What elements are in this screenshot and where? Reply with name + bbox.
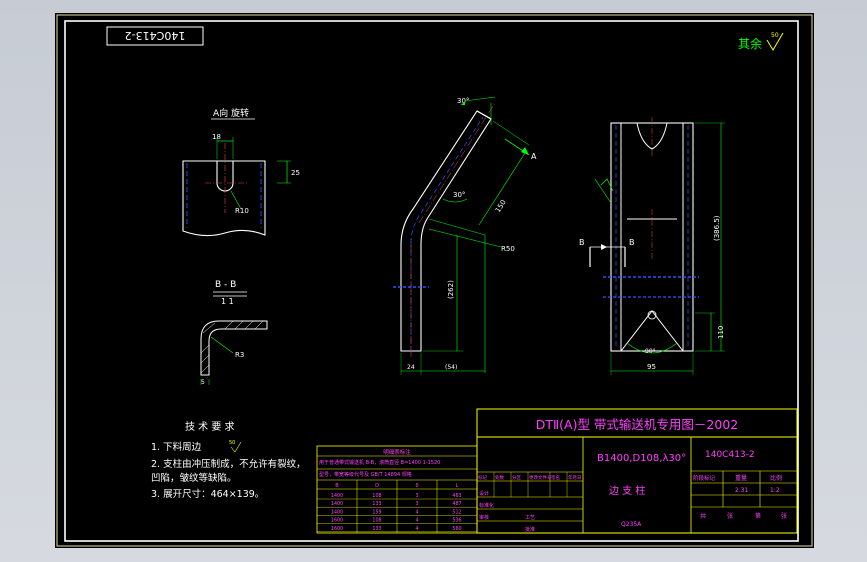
part-name: 边 支 柱 <box>609 484 645 497</box>
front-height-lower: 110 <box>717 326 725 339</box>
rest-note: 其余 <box>738 36 762 51</box>
spec-cell: 3 <box>415 501 418 507</box>
view-a-radius: R10 <box>235 207 249 215</box>
signature-col-label: 分区 <box>512 474 521 481</box>
spec-cell: 487 <box>452 501 461 507</box>
spec-cell: 1400 <box>331 509 343 515</box>
front-width: 95 <box>647 363 656 371</box>
view-a[interactable]: A向 旋转 18 25 R10 <box>182 107 300 237</box>
role-label: 审核 <box>479 514 489 521</box>
spec-table: 明细表标注 用于普通带式输送机 B-B，滚筒直径 B=1400 1-1520 型… <box>316 445 478 534</box>
view-a-dim-height: 25 <box>291 169 300 177</box>
spec-cell: 1600 <box>331 526 343 532</box>
side-angle-mid: 30° <box>453 191 465 199</box>
rest-roughness-value: 50 <box>771 32 779 39</box>
signature-col-label: 处数 <box>495 474 504 481</box>
spec-cell: 560 <box>452 526 461 532</box>
spec-col-header: D <box>375 483 379 489</box>
side-dim-lower: (262) <box>447 280 455 299</box>
spec-cell: 108 <box>372 518 381 524</box>
spec-cell: 3 <box>415 493 418 499</box>
spec-note-2: 型号，带宽等级代号及 GB/T 14894 规格 <box>319 471 412 478</box>
drawing-canvas[interactable]: 140C413-2 其余 50 A向 旋转 18 25 R10 B - B 1 … <box>55 13 814 548</box>
weight-label: 重量 <box>735 474 747 482</box>
spec-cell: 133 <box>372 526 381 532</box>
spec-col-header: L <box>456 483 459 489</box>
tech-requirements: 技 术 要 求 1. 下料周边 50 2. 支柱由冲压制成，不允许有裂纹， 凹陷… <box>151 420 306 500</box>
sheet-label-3: 第 <box>755 512 761 520</box>
spec-col-header: δ <box>415 483 418 489</box>
side-dim-bottom-right: (54) <box>445 364 457 371</box>
title-block: DTⅡ(A)型 带式输送机专用图－2002 标记 处数 分区 更改文件号 签名 年月日 设… <box>476 408 798 534</box>
sheet-label-1: 共 <box>700 512 706 520</box>
front-section-right: B <box>629 238 635 247</box>
signature-col-label: 标记 <box>478 474 487 481</box>
spec-cell: 512 <box>452 509 461 515</box>
spec-cell: 4 <box>415 509 418 515</box>
scale-label: 比例 <box>770 474 782 482</box>
side-dim-upper: 150 <box>494 198 508 214</box>
view-a-title: A向 旋转 <box>213 107 249 119</box>
front-section-left: B <box>579 238 585 247</box>
signature-col-label: 更改文件号 <box>529 474 552 481</box>
side-arrow-label: A <box>531 152 537 161</box>
section-thickness: 5 <box>201 379 205 386</box>
drawing-number: 140C413-2 <box>705 450 755 460</box>
spec-cell: 536 <box>452 518 461 524</box>
tech-item-2b: 凹陷，皱纹等缺陷。 <box>151 472 237 484</box>
front-angle-bottom: 90° <box>645 348 656 355</box>
signature-col-label: 年月日 <box>568 474 582 481</box>
spec-col-header: B <box>335 483 339 489</box>
side-dim-radius: R50 <box>501 245 515 253</box>
role-label: 批准 <box>525 526 535 533</box>
spec-cell: 159 <box>372 509 381 515</box>
role-label: 设计 <box>479 490 489 497</box>
front-view[interactable]: 90° B B (386.5) 110 95 <box>579 117 725 375</box>
material: Q235A <box>621 521 642 528</box>
weight-value: 2.31 <box>735 487 749 494</box>
main-title: DTⅡ(A)型 带式输送机专用图－2002 <box>536 417 739 432</box>
tech-title: 技 术 要 求 <box>185 420 235 433</box>
spec-cell: 133 <box>372 501 381 507</box>
spec-cell: 1400 <box>331 501 343 507</box>
stage-label: 阶段标记 <box>693 474 716 482</box>
side-view[interactable]: 30° A 150 30° R50 (262) 24 (54) <box>393 96 537 375</box>
rotated-code-box: 140C413-2 <box>106 26 204 46</box>
sheet-label-2: 张 <box>727 512 733 520</box>
sheet-label-4: 张 <box>781 512 787 520</box>
view-a-dim-width: 18 <box>212 133 221 141</box>
spec-cell: 1600 <box>331 518 343 524</box>
side-dim-bottom-left: 24 <box>407 364 415 371</box>
svg-text:1 1: 1 1 <box>221 297 234 306</box>
role-label: 工艺 <box>525 515 535 521</box>
cad-viewport[interactable]: 140C413-2 其余 50 A向 旋转 18 25 R10 B - B 1 … <box>0 0 867 562</box>
spec-note-1: 用于普通带式输送机 B-B，滚筒直径 B=1400 1-1520 <box>319 459 440 466</box>
rest-roughness: 其余 50 <box>738 32 784 51</box>
spec-cell: 1400 <box>331 493 343 499</box>
section-b-b[interactable]: B - B 1 1 R3 5 <box>200 280 268 386</box>
tech-item-3: 3. 展开尺寸：464×139。 <box>151 488 264 500</box>
spec-cell: 463 <box>452 493 461 499</box>
spec-table-header: 明细表标注 <box>383 448 411 456</box>
spec-label: B1400,D108,λ30° <box>597 453 686 464</box>
section-title: B - B <box>215 280 236 290</box>
signature-col-label: 签名 <box>551 474 560 481</box>
spec-cell: 108 <box>372 493 381 499</box>
rotated-part-code: 140C413-2 <box>125 29 186 42</box>
scale-value: 1:2 <box>770 487 780 494</box>
tech-item-2: 2. 支柱由冲压制成，不允许有裂纹， <box>151 458 306 470</box>
drawing-sheet[interactable]: 140C413-2 其余 50 A向 旋转 18 25 R10 B - B 1 … <box>55 13 814 548</box>
section-radius: R3 <box>235 351 244 359</box>
spec-cell: 4 <box>415 526 418 532</box>
role-label: 标准化 <box>479 502 494 509</box>
tech-item1-roughness: 50 <box>229 440 235 446</box>
front-height-total: (386.5) <box>713 215 721 241</box>
spec-cell: 4 <box>415 518 418 524</box>
tech-item-1: 1. 下料周边 <box>151 441 202 453</box>
